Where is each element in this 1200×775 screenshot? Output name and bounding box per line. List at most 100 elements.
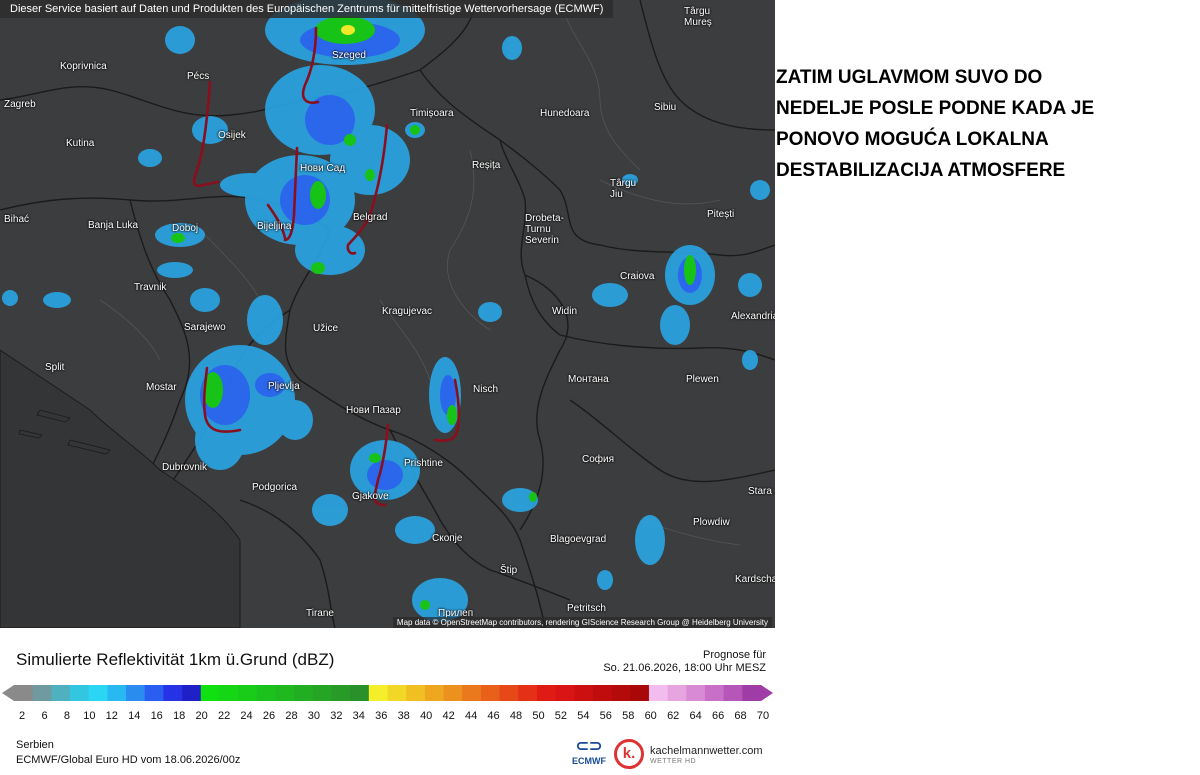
scale-arrow-left [2,685,14,701]
scale-cell [574,685,594,701]
scale-cell [443,685,463,701]
city-label: Kardschali [735,574,775,585]
city-label: Kutina [66,138,95,149]
city-label: Stara Zagora [748,486,774,497]
scale-cell [182,685,202,701]
scale-cell [406,685,426,701]
scale-arrow-right [761,685,773,701]
scale-cell [219,685,239,701]
scale-cell [686,685,706,701]
scale-tick-label: 2 [18,710,26,722]
data-source-disclaimer: Dieser Service basiert auf Daten und Pro… [0,0,614,18]
scale-cell [350,685,370,701]
city-label: Hunedoara [540,108,590,119]
scale-cell [630,685,650,701]
scale-cell [499,685,519,701]
ecmwf-logo-text: ECMWF [572,756,606,766]
city-label: Bihać [4,214,30,225]
scale-cell [51,685,71,701]
forecast-valid-time: So. 21.06.2026, 18:00 Uhr MESZ [603,662,766,674]
city-label: Nisch [473,384,499,395]
scale-cell [611,685,631,701]
scale-tick-label: 50 [532,710,545,722]
scale-tick-label: 66 [711,710,725,722]
scale-tick-label: 18 [173,710,186,722]
scale-tick-label: 58 [622,710,635,722]
city-label: Dubrovnik [162,462,208,473]
scale-tick-label: 48 [509,710,523,722]
city-label: Belgrad [353,212,388,223]
city-label: Štip [500,565,518,576]
city-label: София [582,454,615,465]
scale-tick-label: 14 [128,710,141,722]
city-label: Užice [313,323,339,334]
radar-map[interactable]: Dieser Service basiert auf Daten und Pro… [0,0,775,628]
scale-tick-label: 38 [397,710,410,722]
brand-name[interactable]: kachelmannwetter.com [650,745,763,757]
scale-cell [312,685,332,701]
city-label: Drobeta-Turnu Severin [525,213,564,246]
scale-tick-label: 12 [105,710,118,722]
city-label: Нови Пазар [346,405,401,416]
city-label: Mostar [146,382,177,393]
scale-cell [462,685,482,701]
scale-cell [704,685,725,701]
city-label: Bijeljina [257,221,292,232]
scale-tick-label: 52 [554,710,568,722]
city-label: Banja Luka [88,220,139,231]
scale-tick-label: 60 [644,710,657,722]
city-label: Travnik [134,282,167,293]
city-label: Gjakove [352,491,389,502]
ecmwf-logo-icon: ⊂⊃ ECMWF [572,738,606,766]
scale-cell [256,685,276,701]
region-label: Serbien [16,739,54,751]
scale-cell [331,685,351,701]
city-label: Split [45,362,65,373]
city-label: Koprivnica [60,61,107,72]
forecast-label: Prognose für [703,649,766,661]
city-label: Монтана [568,374,609,385]
scale-cell [368,685,388,701]
city-label: Нови Сад [300,163,346,174]
scale-tick-label: 64 [689,710,702,722]
scale-cell [480,685,500,701]
city-label: Pitești [707,209,735,220]
scale-tick-label: 22 [217,710,231,722]
scale-cell [518,685,538,701]
city-label: Pljevlja [268,381,300,392]
map-attribution: Map data © OpenStreetMap contributors, r… [392,617,772,628]
scale-tick-label: 6 [41,710,48,722]
scale-cell [200,685,220,701]
scale-cell [32,685,52,701]
scale-tick-label: 68 [734,710,747,722]
scale-cell [88,685,108,701]
city-label: Скопје [432,533,463,544]
scale-cell [723,685,743,701]
scale-tick-label: 44 [464,710,478,722]
scale-cells [14,685,762,701]
city-label: Sibiu [654,102,677,113]
city-label: Târgu Jiu [610,178,637,200]
city-label: Reșița [472,160,501,171]
scale-cell [275,685,295,701]
city-label: Doboj [172,223,199,234]
scale-tick-label: 36 [375,710,388,722]
scale-tick-label: 32 [330,710,343,722]
scale-tick-label: 8 [63,710,70,722]
scale-tick-label: 40 [420,710,433,722]
city-label: Alexandria [731,311,775,322]
scale-cell [387,685,407,701]
city-label: Plowdiw [693,517,730,528]
scale-cell [14,685,34,701]
model-run-label: ECMWF/Global Euro HD vom 18.06.2026/00z [16,754,241,766]
scale-cell [536,685,556,701]
kachelmann-logo-icon: k. [614,739,644,769]
city-label: Craiova [620,271,655,282]
scale-tick-label: 20 [195,710,208,722]
city-label: Petritsch [567,603,606,614]
city-label: Pécs [187,71,210,82]
scale-cell [294,685,314,701]
scale-tick-label: 34 [352,710,365,722]
city-label: Târgu Mureș [684,6,712,28]
scale-cell [126,685,146,701]
